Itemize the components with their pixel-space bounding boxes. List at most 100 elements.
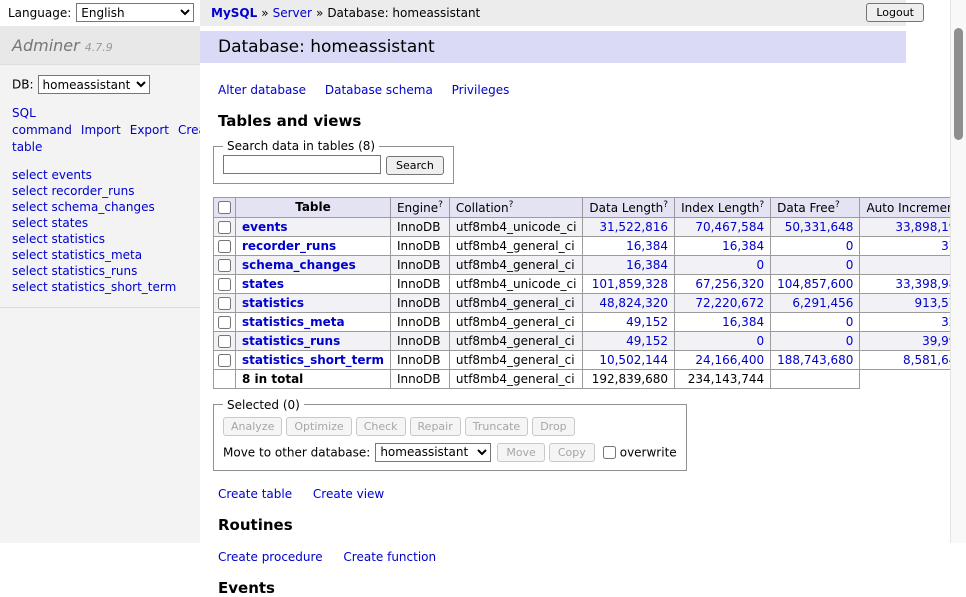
data-free-link[interactable]: 104,857,600 xyxy=(777,277,853,291)
main-content: Database: homeassistant Alter database D… xyxy=(200,26,950,543)
data-length-link[interactable]: 31,522,816 xyxy=(599,220,668,234)
routines-heading: Routines xyxy=(218,516,950,534)
table-link[interactable]: states xyxy=(242,277,284,291)
overwrite-checkbox[interactable] xyxy=(603,446,616,459)
index-length-link[interactable]: 16,384 xyxy=(722,239,764,253)
table-link[interactable]: schema_changes xyxy=(242,258,356,272)
table-row: statistics InnoDB utf8mb4_general_ci 48,… xyxy=(214,293,966,312)
data-length-link[interactable]: 16,384 xyxy=(626,258,668,272)
data-length-link[interactable]: 10,502,144 xyxy=(599,353,668,367)
table-link[interactable]: recorder_runs xyxy=(242,239,336,253)
engine-cell: InnoDB xyxy=(390,331,449,350)
data-free-link[interactable]: 0 xyxy=(846,258,854,272)
breadcrumb: MySQL»Server»Database: homeassistant xyxy=(200,0,906,26)
sidebar-link-select-schema-changes[interactable]: select schema_changes xyxy=(12,199,188,215)
row-checkbox[interactable] xyxy=(218,316,231,329)
table-link[interactable]: events xyxy=(242,220,288,234)
create-view-link[interactable]: Create view xyxy=(313,487,384,501)
breadcrumb-link-mysql[interactable]: MySQL xyxy=(211,6,257,20)
data-length-link[interactable]: 49,152 xyxy=(626,315,668,329)
search-legend: Search data in tables (8) xyxy=(223,139,379,153)
sidebar-link-sql-command[interactable]: SQL command xyxy=(12,106,72,137)
data-length-link[interactable]: 48,824,320 xyxy=(599,296,668,310)
version-label: 4.7.9 xyxy=(85,41,113,54)
breadcrumb-separator: » xyxy=(316,6,323,20)
index-length-link[interactable]: 70,467,584 xyxy=(695,220,764,234)
row-checkbox[interactable] xyxy=(218,278,231,291)
nav-link-alter-database[interactable]: Alter database xyxy=(218,83,306,97)
sidebar-link-select-statistics-meta[interactable]: select statistics_meta xyxy=(12,247,188,263)
row-checkbox[interactable] xyxy=(218,297,231,310)
truncate-button[interactable]: Truncate xyxy=(465,417,528,436)
sidebar-link-select-statistics-short-term[interactable]: select statistics_short_term xyxy=(12,279,188,295)
sidebar-link-select-states[interactable]: select states xyxy=(12,215,188,231)
index-length-link[interactable]: 16,384 xyxy=(722,315,764,329)
row-checkbox[interactable] xyxy=(218,354,231,367)
data-free-link[interactable]: 50,331,648 xyxy=(785,220,854,234)
check-button[interactable]: Check xyxy=(356,417,406,436)
create-procedure-link[interactable]: Create procedure xyxy=(218,550,323,564)
logout-button[interactable]: Logout xyxy=(866,3,924,22)
sidebar-link-select-statistics[interactable]: select statistics xyxy=(12,231,188,247)
row-checkbox[interactable] xyxy=(218,240,231,253)
engine-cell: InnoDB xyxy=(390,217,449,236)
breadcrumb-link-server[interactable]: Server xyxy=(273,6,312,20)
section-heading-tables: Tables and views xyxy=(218,112,950,130)
search-button[interactable]: Search xyxy=(386,156,444,175)
selected-actions: AnalyzeOptimize CheckRepairTruncateDrop xyxy=(223,417,677,436)
index-length-link[interactable]: 0 xyxy=(756,258,764,272)
data-free-link[interactable]: 0 xyxy=(846,315,854,329)
move-db-select[interactable]: homeassistant xyxy=(375,443,491,462)
nav-link-database-schema[interactable]: Database schema xyxy=(325,83,433,97)
scrollbar-thumb[interactable] xyxy=(954,28,963,140)
sidebar-link-export[interactable]: Export xyxy=(130,123,169,137)
sidebar-link-select-recorder-runs[interactable]: select recorder_runs xyxy=(12,183,188,199)
move-button[interactable]: Move xyxy=(497,443,545,462)
help-marker: ? xyxy=(438,200,443,210)
db-select[interactable]: homeassistant xyxy=(38,75,150,94)
selected-legend: Selected (0) xyxy=(223,398,304,412)
optimize-button[interactable]: Optimize xyxy=(286,417,351,436)
table-row: events InnoDB utf8mb4_unicode_ci 31,522,… xyxy=(214,217,966,236)
table-link[interactable]: statistics_short_term xyxy=(242,353,384,367)
nav-link-privileges[interactable]: Privileges xyxy=(452,83,510,97)
index-length-link[interactable]: 24,166,400 xyxy=(695,353,764,367)
repair-button[interactable]: Repair xyxy=(410,417,461,436)
table-link[interactable]: statistics_runs xyxy=(242,334,340,348)
index-length-link[interactable]: 67,256,320 xyxy=(695,277,764,291)
adminer-logo[interactable]: Adminer xyxy=(12,36,80,55)
data-length-link[interactable]: 101,859,328 xyxy=(592,277,668,291)
index-length-link[interactable]: 72,220,672 xyxy=(695,296,764,310)
row-checkbox[interactable] xyxy=(218,221,231,234)
sidebar-link-import[interactable]: Import xyxy=(81,123,121,137)
data-length-link[interactable]: 49,152 xyxy=(626,334,668,348)
drop-button[interactable]: Drop xyxy=(532,417,574,436)
sidebar-link-select-statistics-runs[interactable]: select statistics_runs xyxy=(12,263,188,279)
table-link[interactable]: statistics_meta xyxy=(242,315,345,329)
analyze-button[interactable]: Analyze xyxy=(223,417,282,436)
language-select[interactable]: English xyxy=(76,3,194,22)
row-checkbox[interactable] xyxy=(218,259,231,272)
table-header-row: Table Engine? Collation? Data Length? In… xyxy=(214,197,966,217)
data-free-link[interactable]: 188,743,680 xyxy=(777,353,853,367)
top-bar: Language:English MySQL»Server»Database: … xyxy=(0,0,950,26)
sidebar-link-select-events[interactable]: select events xyxy=(12,167,188,183)
overwrite-label[interactable]: overwrite xyxy=(620,445,677,459)
data-free-link[interactable]: 6,291,456 xyxy=(792,296,853,310)
row-checkbox[interactable] xyxy=(218,335,231,348)
copy-button[interactable]: Copy xyxy=(549,443,595,462)
create-table-link[interactable]: Create table xyxy=(218,487,292,501)
data-length-link[interactable]: 16,384 xyxy=(626,239,668,253)
help-marker: ? xyxy=(663,200,668,210)
vertical-scrollbar[interactable] xyxy=(950,0,966,543)
search-fieldset: Search data in tables (8) Search xyxy=(213,139,454,184)
table-link[interactable]: statistics xyxy=(242,296,304,310)
search-input[interactable] xyxy=(223,155,381,174)
data-free-link[interactable]: 0 xyxy=(846,239,854,253)
index-length-link[interactable]: 0 xyxy=(756,334,764,348)
select-all-checkbox[interactable] xyxy=(218,201,231,214)
data-free-link[interactable]: 0 xyxy=(846,334,854,348)
create-function-link[interactable]: Create function xyxy=(343,550,436,564)
events-heading: Events xyxy=(218,579,950,597)
column-header-table: Table xyxy=(236,197,391,217)
